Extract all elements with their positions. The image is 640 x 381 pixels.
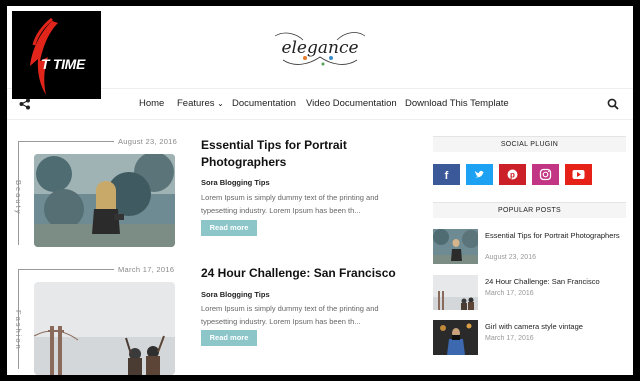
post-category[interactable]: Beauty [14,180,23,215]
search-icon[interactable] [607,98,619,110]
read-more-button[interactable]: Read more [201,220,257,236]
nav-item-features[interactable]: Features ⌄ [177,98,224,109]
elegance-logo: elegance [274,32,366,66]
popular-post-thumbnail[interactable] [433,275,478,310]
instagram-icon [532,164,559,185]
twitter-icon [466,164,493,185]
portrait-photo [34,154,175,247]
popular-post-date: March 17, 2016 [485,335,534,342]
bridge-photo [34,282,175,375]
post-date: March 17, 2016 [118,265,175,274]
popular-post-thumbnail[interactable] [433,320,478,355]
social-plugin-title: SOCIAL PLUGIN [433,136,626,152]
divider [18,141,114,142]
popular-post-title[interactable]: Essential Tips for Portrait Photographer… [485,230,620,242]
read-more-button[interactable]: Read more [201,330,257,346]
svg-text:p: p [510,171,515,180]
portrait-photo [433,229,478,264]
overlay-logo-text: T TIME [41,56,86,72]
popular-post-thumbnail[interactable] [433,229,478,264]
nav-item-documentation[interactable]: Documentation [232,98,296,109]
post-title[interactable]: 24 Hour Challenge: San Francisco [201,265,401,282]
facebook-button[interactable]: f [433,164,460,185]
bridge-photo [433,275,478,310]
popular-post-date: August 23, 2016 [485,254,536,261]
twitter-button[interactable] [466,164,493,185]
popular-post-title[interactable]: Girl with camera style vintage [485,321,620,333]
youtube-button[interactable] [565,164,592,185]
chevron-down-icon: ⌄ [217,99,224,108]
youtube-icon [565,164,592,185]
site-logo-text: elegance [281,38,358,58]
site-logo[interactable]: elegance [265,24,375,74]
post-thumbnail[interactable] [34,154,175,247]
popular-post-title[interactable]: 24 Hour Challenge: San Francisco [485,276,620,288]
popular-post-date: March 17, 2016 [485,290,534,297]
svg-text:f: f [445,170,449,182]
instagram-button[interactable] [532,164,559,185]
lightning-icon [30,17,58,95]
nav-item-download[interactable]: Download This Template [405,98,509,109]
post-thumbnail[interactable] [34,282,175,375]
vintage-camera-photo [433,320,478,355]
nav-item-features-label: Features [177,98,215,109]
post-date: August 23, 2016 [118,137,178,146]
post-excerpt: Lorem Ipsum is simply dummy text of the … [201,193,379,215]
divider [18,269,114,270]
nav-item-video-documentation[interactable]: Video Documentation [306,98,397,109]
post-category[interactable]: Fashion [14,310,23,351]
post-author[interactable]: Sora Blogging Tips [201,290,270,299]
pinterest-button[interactable]: p [499,164,526,185]
popular-posts-title: POPULAR POSTS [433,202,626,218]
share-icon[interactable] [19,98,31,110]
post-author[interactable]: Sora Blogging Tips [201,178,270,187]
facebook-icon: f [433,164,460,185]
pinterest-icon: p [499,164,526,185]
post-excerpt: Lorem Ipsum is simply dummy text of the … [201,304,379,326]
overlay-logo: T TIME [12,11,101,99]
nav-item-home[interactable]: Home [139,98,164,109]
post-title[interactable]: Essential Tips for Portrait Photographer… [201,137,401,171]
